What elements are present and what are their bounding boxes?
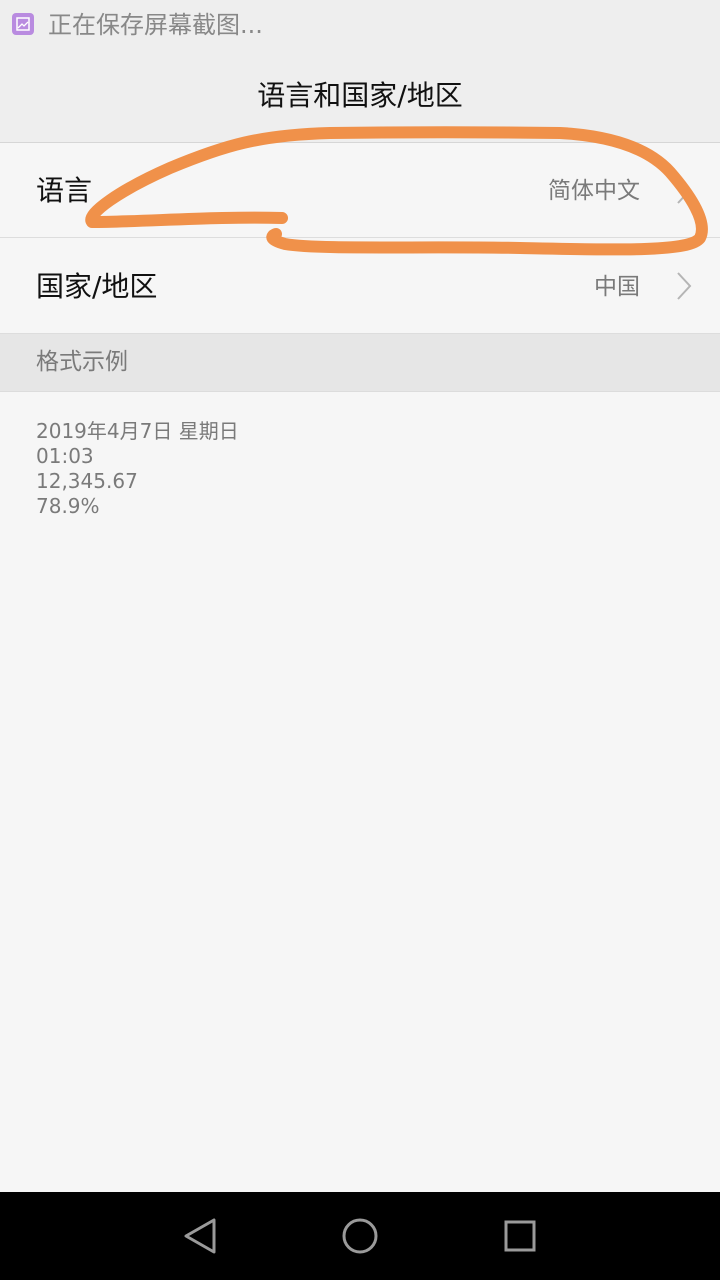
- section-header-label: 格式示例: [36, 349, 128, 375]
- example-number: 12,345.67: [36, 469, 138, 493]
- status-bar: 正在保存屏幕截图...: [0, 0, 720, 50]
- screenshot-icon: [12, 13, 34, 35]
- format-example-header: 格式示例: [0, 334, 720, 392]
- region-row[interactable]: 国家/地区 中国: [0, 239, 720, 334]
- navigation-bar: [0, 1192, 720, 1280]
- region-value: 中国: [594, 274, 640, 300]
- chevron-right-icon: [677, 272, 692, 300]
- example-time: 01:03: [36, 444, 94, 468]
- status-text: 正在保存屏幕截图...: [48, 11, 263, 39]
- language-row[interactable]: 语言 简体中文: [0, 143, 720, 238]
- title-bar: 语言和国家/地区: [0, 50, 720, 143]
- page-title: 语言和国家/地区: [257, 79, 463, 112]
- example-date: 2019年4月7日 星期日: [36, 419, 239, 443]
- triangle-back-icon[interactable]: [176, 1212, 224, 1260]
- language-label: 语言: [36, 174, 93, 207]
- example-percent: 78.9%: [36, 494, 100, 518]
- language-value: 简体中文: [548, 178, 640, 204]
- square-recents-icon[interactable]: [496, 1212, 544, 1260]
- circle-home-icon[interactable]: [336, 1212, 384, 1260]
- region-label: 国家/地区: [36, 270, 158, 303]
- format-example-block: 2019年4月7日 星期日 01:03 12,345.67 78.9%: [36, 419, 239, 519]
- chevron-right-icon: [677, 176, 692, 204]
